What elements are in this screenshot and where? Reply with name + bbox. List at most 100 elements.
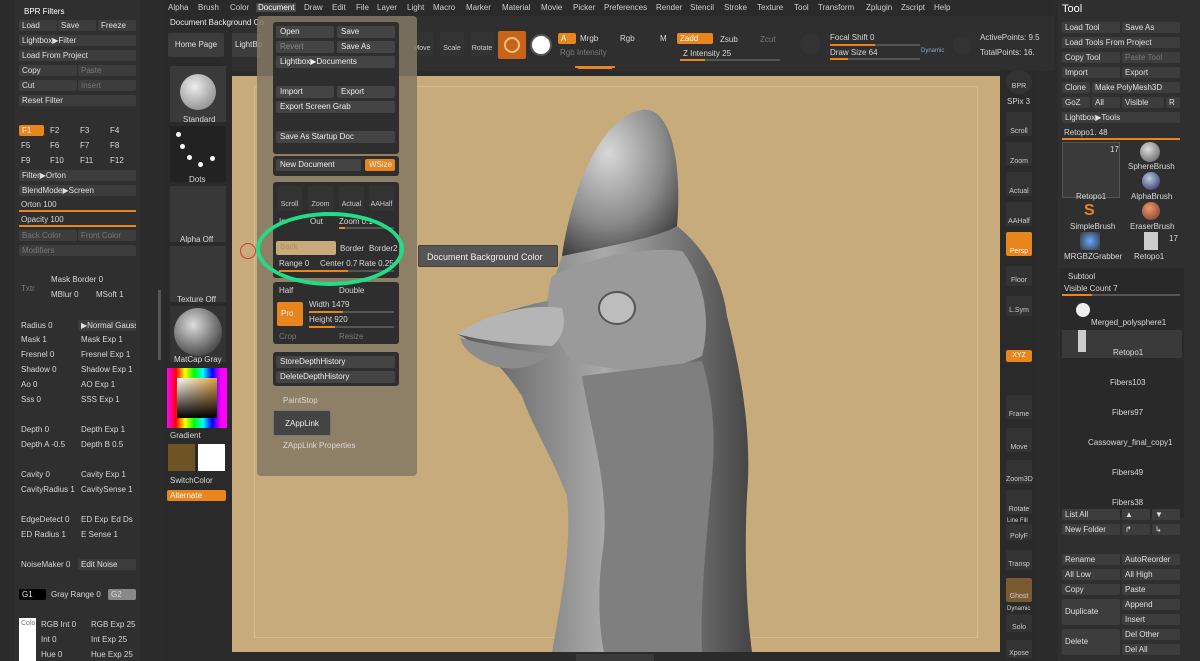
menu-alpha[interactable]: Alpha	[168, 3, 188, 12]
radius-slider[interactable]: Radius 0	[21, 321, 53, 331]
spix-slider[interactable]: SPix 3	[1007, 97, 1030, 107]
rgb-button[interactable]: Rgb	[620, 34, 635, 44]
scroll-icon[interactable]: Scroll	[277, 186, 302, 211]
filter-slot-f2[interactable]: F2	[50, 126, 59, 136]
subtool-item[interactable]: Fibers49	[1112, 468, 1143, 478]
depth-a-slider[interactable]: Depth A -0.5	[21, 440, 65, 450]
menu-texture[interactable]: Texture	[757, 3, 783, 12]
filter-slot-f7[interactable]: F7	[80, 141, 89, 151]
menu-picker[interactable]: Picker	[573, 3, 595, 12]
menu-tool[interactable]: Tool	[794, 3, 809, 12]
append-button[interactable]: Append	[1122, 599, 1180, 610]
filter-slot-f5[interactable]: F5	[21, 141, 30, 151]
r-button[interactable]: R	[1166, 97, 1180, 108]
menu-marker[interactable]: Marker	[466, 3, 491, 12]
main-color-swatch[interactable]	[168, 444, 195, 471]
menu-draw[interactable]: Draw	[304, 3, 323, 12]
retopo-slider[interactable]: Retopo1. 48	[1064, 128, 1108, 138]
color-swatch[interactable]: Colo	[19, 618, 36, 661]
shadow-exp-slider[interactable]: Shadow Exp 1	[81, 365, 133, 375]
rgb-intensity-slider[interactable]: Rgb Intensity	[560, 48, 607, 58]
zcut-button[interactable]: Zcut	[760, 35, 776, 45]
left-panel-scrollbar[interactable]	[158, 290, 161, 360]
transp-icon[interactable]: Transp	[1006, 550, 1032, 570]
zoom3d-icon[interactable]: Zoom3D	[1006, 460, 1033, 484]
cavity-exp-slider[interactable]: Cavity Exp 1	[81, 470, 126, 480]
rotate-tool-icon[interactable]: Rotate	[470, 32, 494, 56]
freeze-button[interactable]: Freeze	[98, 20, 136, 31]
alternate-button[interactable]: Alternate	[167, 490, 226, 501]
modifiers-button[interactable]: Modifiers	[19, 245, 136, 256]
sss-slider[interactable]: Sss 0	[21, 395, 41, 405]
filter-slot-f12[interactable]: F12	[110, 156, 124, 166]
front-color-button[interactable]: Front Color	[78, 230, 136, 241]
ed-ds-slider[interactable]: Ed Ds	[111, 515, 133, 525]
home-page-button[interactable]: Home Page	[168, 33, 224, 57]
import-tool-button[interactable]: Import	[1062, 67, 1120, 78]
edit-noise-button[interactable]: Edit Noise	[78, 559, 136, 570]
filter-slot-f9[interactable]: F9	[21, 156, 30, 166]
orton-slider-track[interactable]	[19, 210, 136, 212]
load-button[interactable]: Load	[19, 20, 57, 31]
revert-button[interactable]: Revert	[276, 41, 334, 53]
lightbox-filter-button[interactable]: Lightbox▶Filter	[19, 35, 136, 46]
blendmode-button[interactable]: BlendMode▶Screen	[19, 185, 136, 196]
opacity-slider[interactable]: Opacity 100	[21, 215, 64, 225]
visible-count-track[interactable]	[1062, 294, 1180, 296]
cavity-slider[interactable]: Cavity 0	[21, 470, 50, 480]
delete-depth-history-button[interactable]: DeleteDepthHistory	[276, 371, 395, 383]
cavity-sense-slider[interactable]: CavitySense 1	[81, 485, 133, 495]
menu-preferences[interactable]: Preferences	[604, 3, 647, 12]
tool-thumb-retopo1-small[interactable]	[1144, 232, 1158, 250]
store-depth-history-button[interactable]: StoreDepthHistory	[276, 356, 395, 368]
depth-exp-slider[interactable]: Depth Exp 1	[81, 425, 125, 435]
matcap-thumb[interactable]	[170, 306, 226, 362]
int-slider[interactable]: Int 0	[41, 635, 57, 645]
open-button[interactable]: Open	[276, 26, 334, 38]
rotate-icon[interactable]: Rotate	[1006, 490, 1032, 514]
double-button[interactable]: Double	[339, 286, 364, 296]
clone-button[interactable]: Clone	[1062, 82, 1090, 93]
frame-icon[interactable]: Frame	[1006, 395, 1032, 419]
ed-exp-slider[interactable]: ED Exp	[81, 515, 108, 525]
menu-material[interactable]: Material	[502, 3, 530, 12]
focal-shift-slider[interactable]: Focal Shift 0	[830, 33, 874, 43]
lsym-icon[interactable]: L.Sym	[1006, 296, 1032, 316]
bpr-icon[interactable]: BPR	[1006, 70, 1032, 94]
export-screen-grab-button[interactable]: Export Screen Grab	[276, 101, 395, 113]
xpose-icon[interactable]: Xpose	[1006, 640, 1032, 658]
visible-button[interactable]: Visible	[1122, 97, 1164, 108]
alpha-off-thumb[interactable]	[170, 186, 226, 242]
subtool-item[interactable]: Cassowary_final_copy1	[1088, 438, 1173, 448]
auto-reorder-button[interactable]: AutoReorder	[1122, 554, 1180, 565]
load-from-project-button[interactable]: Load From Project	[19, 50, 136, 61]
menu-help[interactable]: Help	[934, 3, 950, 12]
delete-button[interactable]: Delete	[1062, 629, 1120, 655]
paste-button[interactable]: Paste	[78, 65, 136, 76]
switch-color-button[interactable]: SwitchColor	[170, 476, 213, 486]
paste-subtool-button[interactable]: Paste	[1122, 584, 1180, 595]
paste-tool-button[interactable]: Paste Tool	[1122, 52, 1180, 63]
scale-tool-icon[interactable]: Scale	[440, 32, 464, 56]
subtool-item[interactable]: Fibers38	[1112, 498, 1143, 508]
insert-button[interactable]: Insert	[78, 80, 136, 91]
color-picker[interactable]	[167, 368, 227, 428]
cut-button[interactable]: Cut	[19, 80, 77, 91]
ao-slider[interactable]: Ao 0	[21, 380, 37, 390]
menu-stroke[interactable]: Stroke	[724, 3, 747, 12]
filter-slot-f11[interactable]: F11	[80, 156, 93, 166]
subtool-item[interactable]: Retopo1	[1113, 348, 1143, 358]
height-slider[interactable]: Height 920	[309, 315, 348, 325]
bottom-tray-handle[interactable]	[576, 654, 654, 661]
copy-button[interactable]: Copy	[19, 65, 77, 76]
cavity-radius-slider[interactable]: CavityRadius 1	[21, 485, 75, 495]
dots-stroke-thumb[interactable]	[170, 126, 226, 182]
filter-orton-button[interactable]: Filter▶Orton	[19, 170, 136, 181]
filter-slot-f3[interactable]: F3	[80, 126, 89, 136]
mask-border-slider[interactable]: Mask Border 0	[51, 275, 103, 285]
polyf-icon[interactable]: PolyF	[1006, 524, 1032, 540]
floor-icon[interactable]: Floor	[1006, 266, 1032, 286]
menu-render[interactable]: Render	[656, 3, 682, 12]
hue-slider[interactable]: Hue 0	[41, 650, 62, 660]
depth-slider[interactable]: Depth 0	[21, 425, 49, 435]
